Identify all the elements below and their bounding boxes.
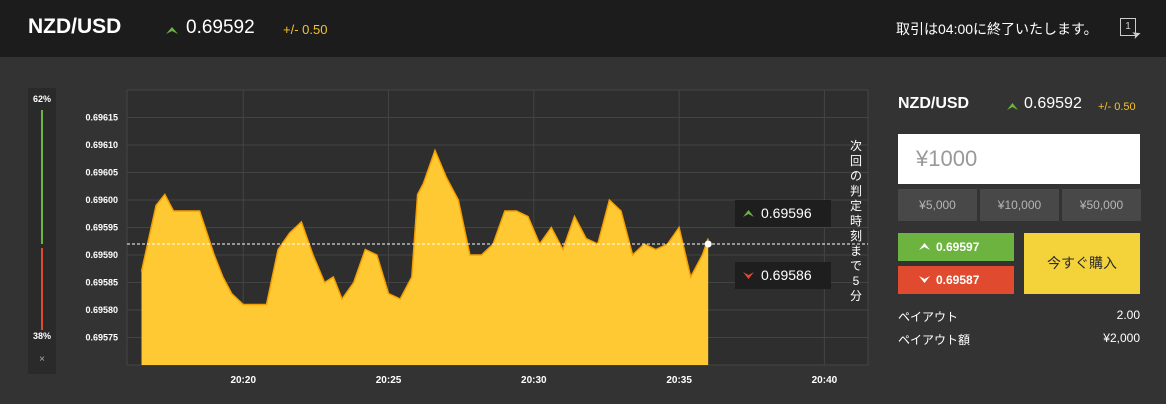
payout-amount-value: ¥2,000 (1103, 331, 1140, 345)
payout-label: ペイアウト (898, 310, 959, 324)
y-tick-label: 0.69595 (85, 223, 118, 233)
low-button[interactable]: 0.69587 (898, 266, 1014, 294)
low-button-price: 0.69587 (936, 273, 980, 287)
low-price-tag: 0.69586 (735, 262, 831, 289)
high-price-tag: 0.69596 (735, 200, 831, 227)
next-judge-countdown: 次回の判定時刻まで5分 (849, 139, 862, 303)
header-rate: 0.69592 (186, 17, 255, 38)
up-arrow-icon (743, 210, 754, 217)
y-tick-label: 0.69610 (85, 140, 118, 150)
y-tick-label: 0.69585 (85, 278, 118, 288)
y-tick-label: 0.69600 (85, 195, 118, 205)
price-chart-svg: 20:20 20:25 20:30 20:35 20:40 0.69615 0.69610 0… (85, 89, 869, 386)
amount-input[interactable] (898, 134, 1140, 184)
x-tick-label: 20:40 (812, 375, 838, 386)
buy-now-button[interactable]: 今すぐ購入 (1024, 233, 1140, 294)
page-title: NZD/USD (28, 15, 122, 38)
payout-amount-label: ペイアウト額 (898, 333, 971, 347)
x-tick-label: 20:25 (376, 375, 402, 386)
trade-pair-title: NZD/USD (898, 95, 970, 112)
up-arrow-icon (166, 27, 178, 34)
quick-amount-5000-button[interactable]: ¥5,000 (898, 189, 977, 221)
y-tick-label: 0.69590 (85, 250, 118, 260)
trade-change: +/- 0.50 (1098, 101, 1136, 113)
y-tick-label: 0.69575 (85, 333, 118, 343)
x-tick-label: 20:30 (521, 375, 547, 386)
y-tick-label: 0.69605 (85, 168, 118, 178)
payout-value: 2.00 (1116, 308, 1140, 322)
up-arrow-icon (1007, 103, 1018, 110)
cursor-icon: ➤ (1130, 27, 1144, 43)
quick-amount-50000-button[interactable]: ¥50,000 (1062, 189, 1141, 221)
high-price-tag-value: 0.69596 (761, 205, 812, 221)
low-price-tag-value: 0.69586 (761, 267, 812, 283)
x-tick-label: 20:20 (230, 375, 256, 386)
high-button-price: 0.69597 (936, 240, 980, 254)
header-change: +/- 0.50 (283, 22, 328, 37)
trade-rate: 0.69592 (1024, 95, 1082, 112)
closing-notice: 取引は04:00に終了いたします。 (896, 21, 1098, 37)
current-rate-dot (704, 240, 712, 248)
high-button[interactable]: 0.69597 (898, 233, 1014, 261)
down-arrow-icon (919, 276, 930, 283)
down-arrow-icon (743, 272, 754, 279)
x-tick-label: 20:35 (666, 375, 692, 386)
price-chart: 20:20 20:25 20:30 20:35 20:40 0.69615 0.69610 0… (0, 57, 880, 404)
quick-amount-10000-button[interactable]: ¥10,000 (980, 189, 1059, 221)
y-tick-label: 0.69580 (85, 305, 118, 315)
y-tick-label: 0.69615 (85, 113, 118, 123)
top-bar: NZD/USD 0.69592 +/- 0.50 取引は04:00に終了いたしま… (0, 0, 1166, 57)
up-arrow-icon (919, 243, 930, 250)
